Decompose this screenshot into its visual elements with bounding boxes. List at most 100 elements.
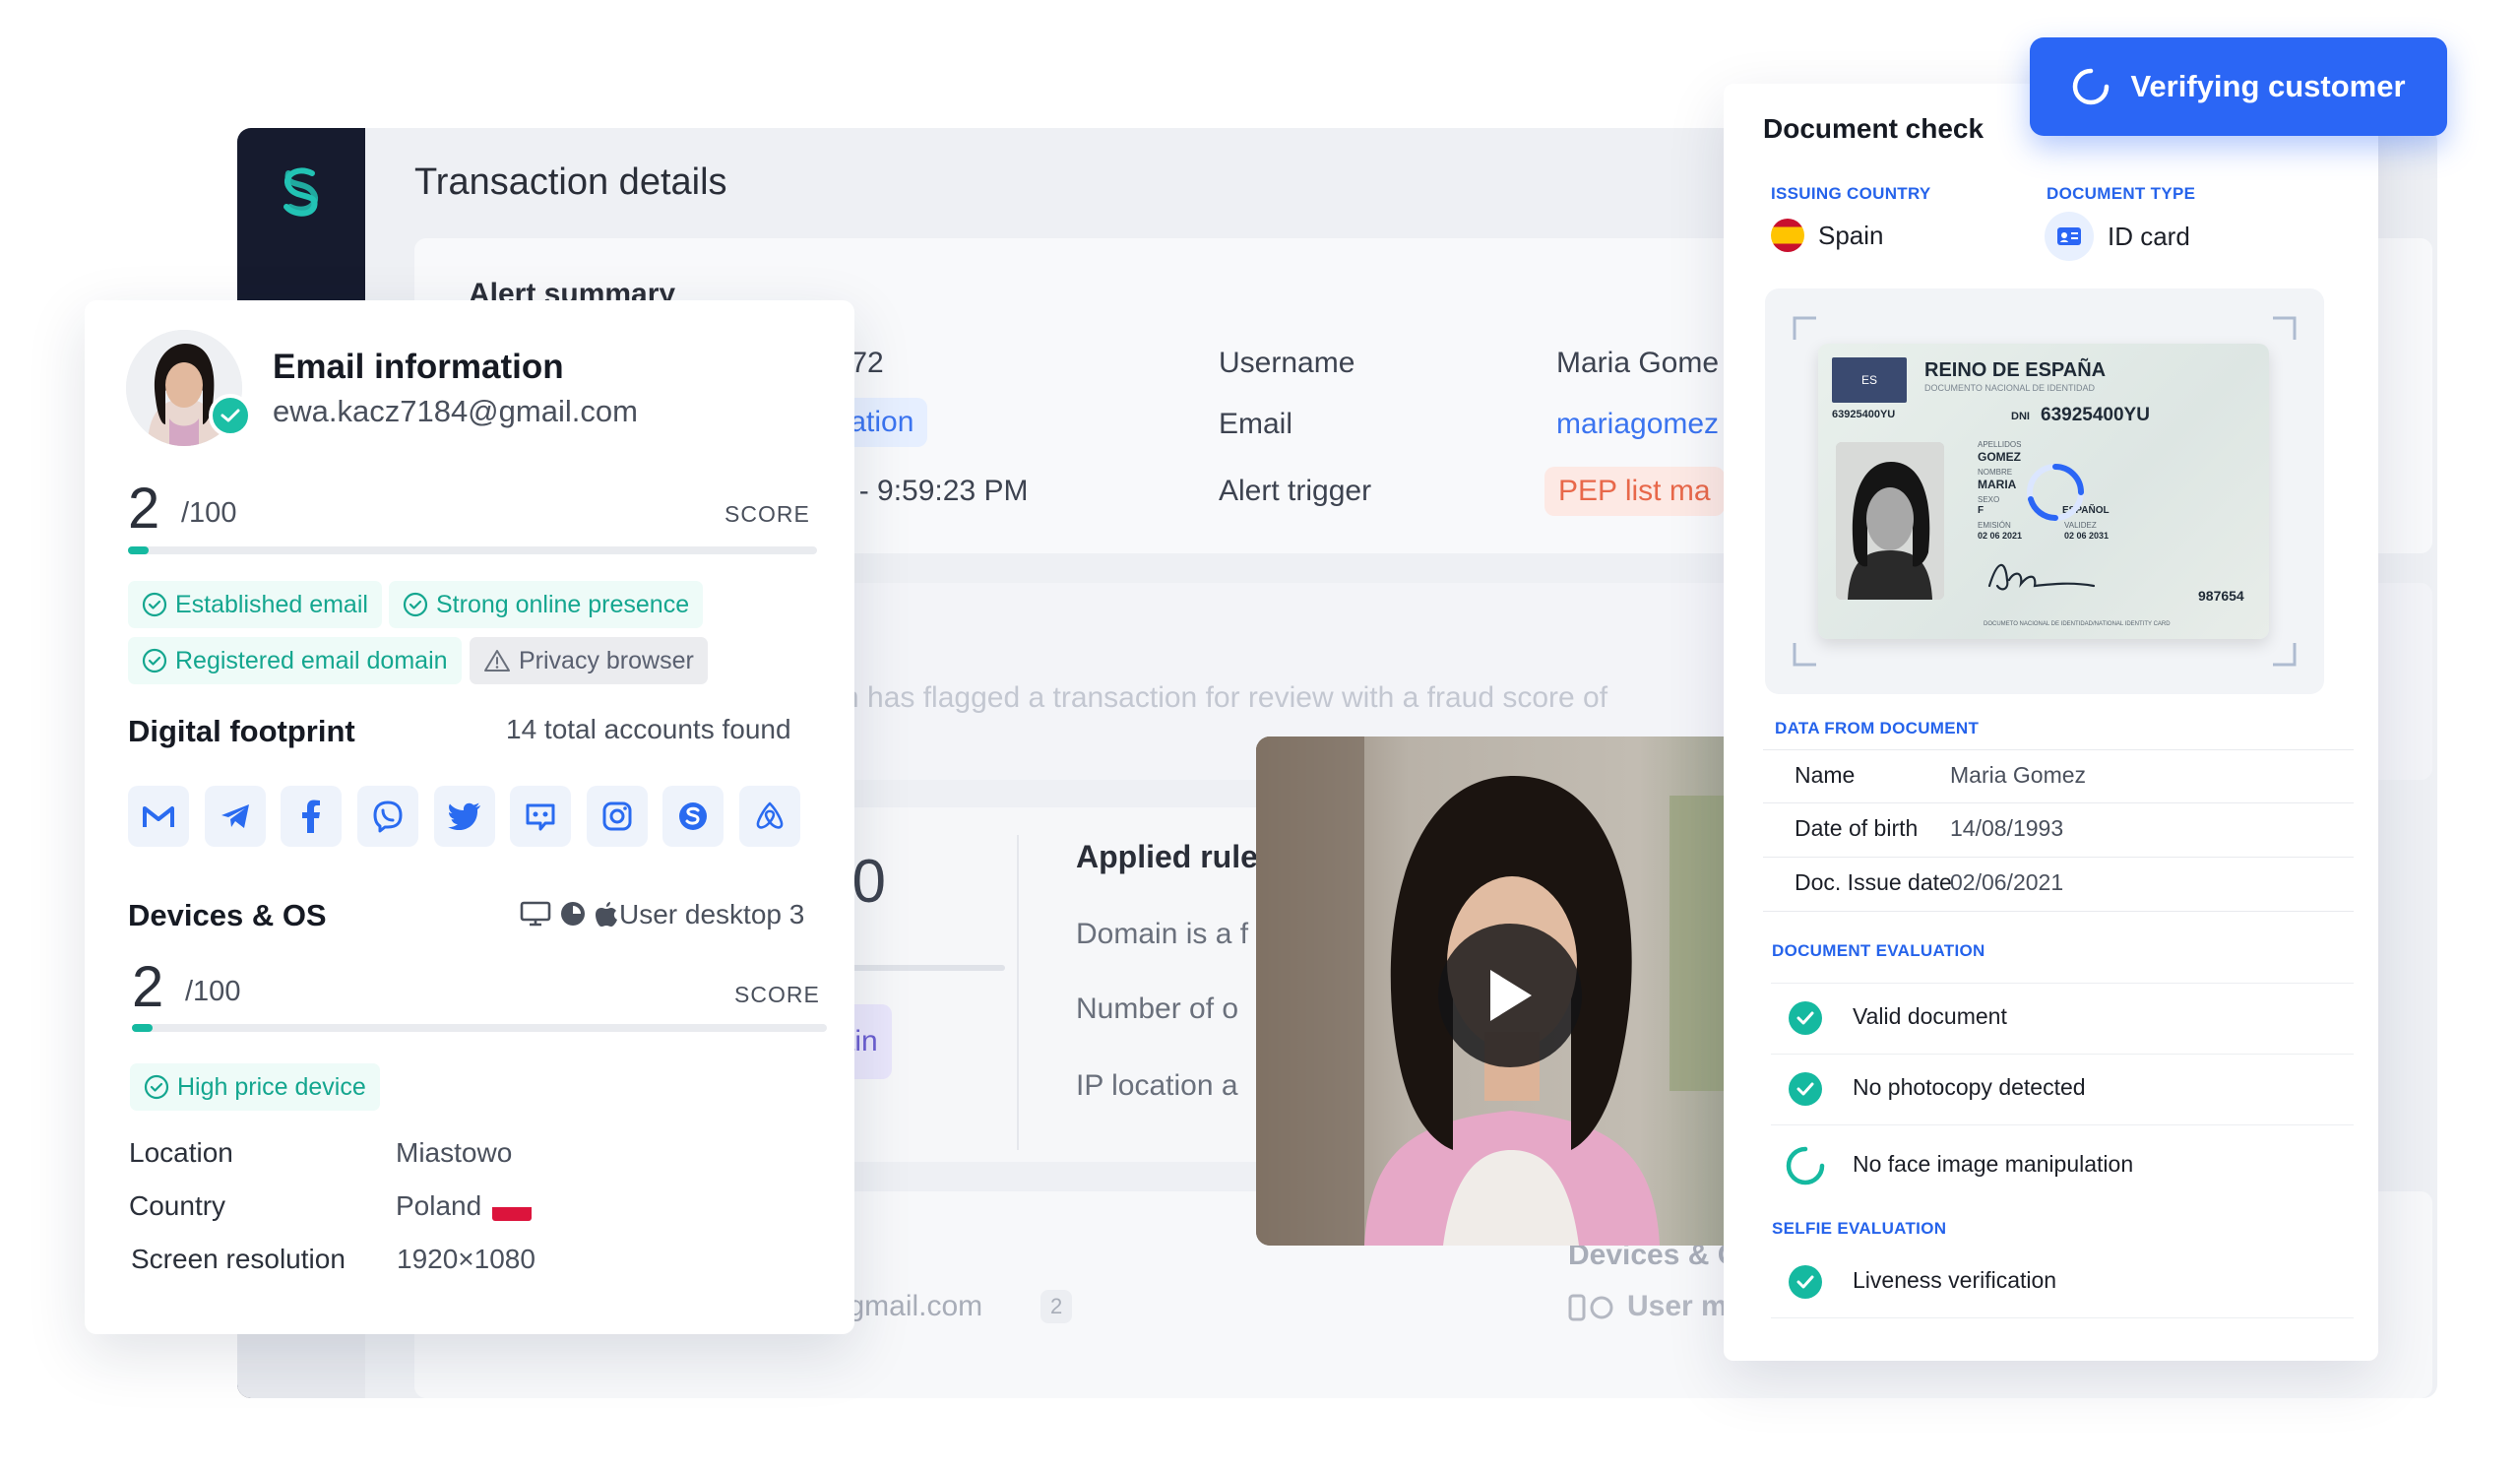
play-button[interactable]: [1438, 924, 1582, 1067]
loading-spinner-icon: [1786, 1146, 1825, 1185]
tag-label: High price device: [177, 1072, 366, 1101]
id-card-sexo-label: SEXO: [1978, 495, 2000, 504]
discord-icon[interactable]: [510, 786, 571, 847]
verifying-customer-button[interactable]: Verifying customer: [2030, 37, 2447, 136]
id-card-icon: [2045, 212, 2094, 261]
check-circle-icon: [1789, 1072, 1822, 1106]
email-value-link[interactable]: mariagomez: [1556, 408, 1719, 441]
airbnb-icon[interactable]: [739, 786, 800, 847]
device-icons: [520, 900, 618, 928]
desktop-icon: [520, 901, 551, 927]
facebook-icon[interactable]: [281, 786, 342, 847]
device-score-bar: [132, 1024, 827, 1032]
document-type-label: DOCUMENT TYPE: [2047, 184, 2196, 203]
app-logo-icon: [284, 167, 319, 217]
document-type-value: ID card: [2045, 212, 2190, 261]
rule-item: IP location a: [1076, 1069, 1238, 1102]
email-score-label: SCORE: [724, 501, 810, 527]
alert-trigger-pill: PEP list ma: [1544, 467, 1725, 516]
play-icon: [1490, 970, 1532, 1021]
detail-value-resolution: 1920×1080: [397, 1244, 536, 1274]
email-score-bar-fill: [128, 546, 149, 554]
tag-label: Privacy browser: [519, 646, 694, 674]
apple-icon: [596, 902, 617, 927]
divider: [1017, 835, 1019, 1150]
selfie-video-player[interactable]: [1256, 736, 1766, 1246]
warning-icon: [484, 650, 510, 672]
check-circle-icon: [403, 592, 428, 617]
device-score-max: /100: [185, 976, 241, 1007]
viber-icon[interactable]: [357, 786, 418, 847]
gmail-icon[interactable]: [128, 786, 189, 847]
device-score-label: SCORE: [734, 982, 820, 1007]
detail-value-location: Miastowo: [396, 1137, 513, 1168]
username-label: Username: [1219, 347, 1355, 379]
id-card-subheader: DOCUMENTO NACIONAL DE IDENTIDAD: [1924, 383, 2096, 393]
applied-rules-title: Applied rule: [1076, 839, 1258, 874]
twitter-icon[interactable]: [434, 786, 495, 847]
id-card-apellidos: GOMEZ: [1978, 450, 2021, 464]
id-card-nombre: MARIA: [1978, 478, 2017, 491]
id-card-dni-number: 63925400YU: [2041, 405, 2150, 425]
email-address: ewa.kacz7184@gmail.com: [273, 394, 638, 428]
selfie-evaluation-label: SELFIE EVALUATION: [1772, 1219, 1947, 1238]
id-card-footer: DOCUMETO NACIONAL DE IDENTIDAD/NATIONAL …: [1984, 621, 2171, 627]
verified-check-icon: [209, 394, 252, 437]
issuing-country-label: ISSUING COUNTRY: [1771, 184, 1931, 203]
id-card-emision-label: EMISIÓN: [1978, 521, 2011, 530]
digital-footprint-count: 14 total accounts found: [506, 714, 791, 744]
tag-strong-online-presence: Strong online presence: [389, 581, 704, 628]
signature: [1987, 563, 2096, 591]
scanning-spinner-icon: [2027, 464, 2084, 521]
document-data-value: 14/08/1993: [1950, 815, 2064, 841]
document-check-title: Document check: [1763, 113, 1984, 144]
document-data-value: 02/06/2021: [1950, 869, 2064, 895]
tag-high-price-device: High price device: [130, 1063, 380, 1111]
instagram-icon[interactable]: [587, 786, 648, 847]
document-data-row: Date of birth 14/08/1993: [1763, 803, 2354, 858]
id-card-sexo: F: [1978, 505, 1984, 516]
id-card-image: ES REINO DE ESPAÑA DOCUMENTO NACIONAL DE…: [1818, 344, 2269, 639]
id-card-number-small: 63925400YU: [1832, 409, 1896, 420]
check-circle-icon: [142, 648, 167, 673]
evaluation-label: No face image manipulation: [1853, 1151, 2134, 1177]
document-data-key: Date of birth: [1795, 815, 1919, 841]
id-card-code: 987654: [2198, 588, 2244, 604]
selfie-evaluation-text: Liveness verification: [1853, 1267, 2057, 1293]
eu-flag-icon: ES: [1832, 357, 1907, 403]
issuing-country-value: Spain: [1771, 219, 1884, 252]
document-data-row: Name Maria Gomez: [1763, 749, 2354, 803]
check-circle-icon: [1789, 1265, 1822, 1299]
browser-icon: [561, 902, 585, 926]
email-score-value: 2: [128, 477, 160, 541]
document-evaluation-label: DOCUMENT EVALUATION: [1772, 941, 1985, 960]
selfie-evaluation-row: Liveness verification: [1771, 1248, 2354, 1318]
tag-label: Registered email domain: [175, 646, 448, 674]
id-card-nombre-label: NOMBRE: [1978, 468, 2013, 477]
device-score-value: 2: [132, 955, 164, 1019]
devices-os-title: Devices & OS: [128, 898, 327, 932]
evaluation-row: Valid document: [1771, 983, 2354, 1054]
page-title: Transaction details: [414, 161, 727, 203]
document-check-panel: Document check ISSUING COUNTRY Spain DOC…: [1724, 84, 2378, 1361]
alert-trigger-label: Alert trigger: [1219, 475, 1372, 507]
flag-message: em has flagged a transaction for review …: [818, 681, 1608, 714]
device-score-bar-fill: [132, 1024, 154, 1032]
document-data-key: Name: [1795, 762, 1856, 788]
id-card-dni-label: DNI: [2011, 411, 2030, 422]
document-scan-area: ES REINO DE ESPAÑA DOCUMENTO NACIONAL DE…: [1765, 288, 2324, 694]
skype-icon[interactable]: [662, 786, 724, 847]
telegram-icon[interactable]: [205, 786, 266, 847]
evaluation-row: No photocopy detected: [1771, 1054, 2354, 1124]
evaluation-row: No face image manipulation: [1771, 1124, 2354, 1201]
tag-established-email: Established email: [128, 581, 382, 628]
id-card-emision: 02 06 2021: [1978, 531, 2023, 541]
id-card-header: REINO DE ESPAÑA: [1924, 359, 2107, 381]
rule-item: Domain is a f: [1076, 918, 1249, 950]
evaluation-label: No photocopy detected: [1853, 1074, 2086, 1100]
detail-key-location: Location: [129, 1137, 233, 1168]
digital-footprint-title: Digital footprint: [128, 714, 355, 748]
email-score-bar: [128, 546, 817, 554]
rule-item: Number of o: [1076, 993, 1239, 1025]
tag-registered-email-domain: Registered email domain: [128, 637, 462, 684]
